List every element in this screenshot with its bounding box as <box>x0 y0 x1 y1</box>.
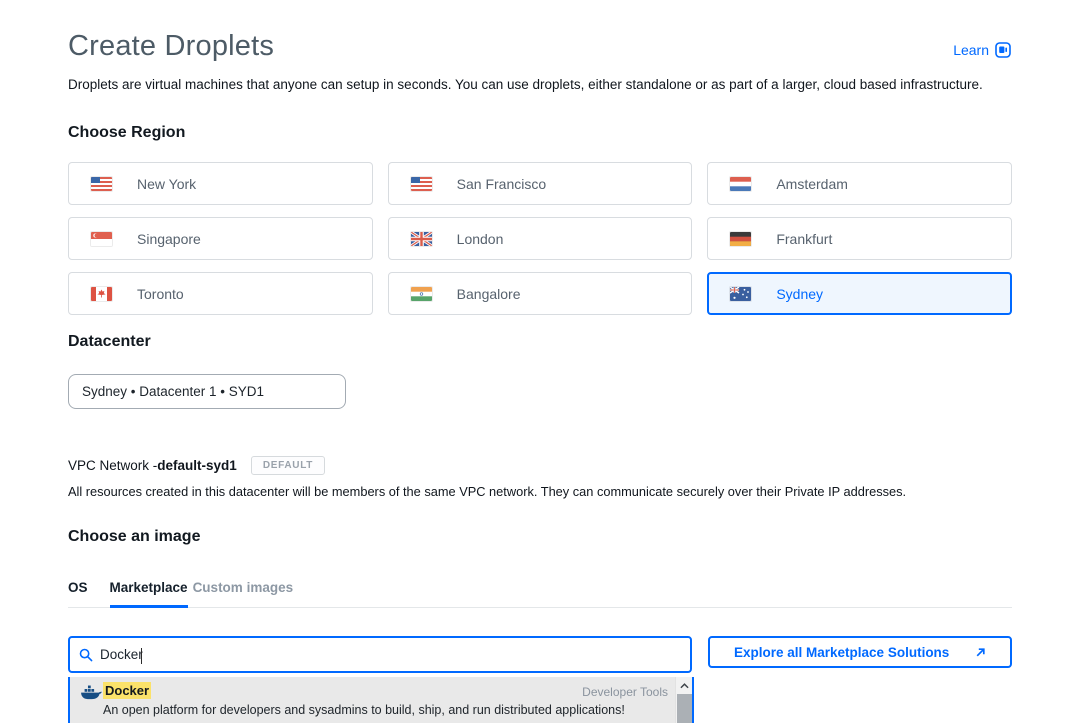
vpc-label: VPC Network - <box>68 458 157 473</box>
explore-marketplace-label: Explore all Marketplace Solutions <box>734 645 949 660</box>
choose-region-heading: Choose Region <box>68 124 185 142</box>
india-flag-icon <box>411 287 432 301</box>
datacenter-select[interactable]: Sydney • Datacenter 1 • SYD1 <box>68 374 346 409</box>
uk-flag-icon <box>411 232 432 246</box>
region-card-new-york[interactable]: New York <box>68 162 373 205</box>
region-card-san-francisco[interactable]: San Francisco <box>388 162 693 205</box>
datacenter-selected-value: Sydney • Datacenter 1 • SYD1 <box>82 384 264 399</box>
page-title: Create Droplets <box>68 30 274 63</box>
search-icon <box>79 648 93 662</box>
us-flag-icon <box>91 177 112 191</box>
marketplace-search-box <box>68 636 692 673</box>
region-card-label: Frankfurt <box>776 231 832 247</box>
tab-custom-images[interactable]: Custom images <box>193 580 294 607</box>
vpc-network-name: default-syd1 <box>157 458 237 473</box>
docker-whale-icon <box>80 684 102 706</box>
canada-flag-icon <box>91 287 112 301</box>
region-card-bangalore[interactable]: Bangalore <box>388 272 693 315</box>
choose-image-heading: Choose an image <box>68 528 200 546</box>
region-card-label: London <box>457 231 504 247</box>
dropdown-scrollbar[interactable] <box>675 677 692 723</box>
tab-os[interactable]: OS <box>68 580 88 607</box>
scrollbar-thumb[interactable] <box>677 694 692 723</box>
tab-marketplace[interactable]: Marketplace <box>110 580 188 607</box>
marketplace-search-input[interactable] <box>93 638 690 671</box>
scrollbar-up-arrow-icon[interactable] <box>676 677 692 694</box>
learn-link[interactable]: Learn <box>953 42 1011 58</box>
singapore-flag-icon <box>91 232 112 246</box>
region-card-label: Bangalore <box>457 286 521 302</box>
vpc-network-row: VPC Network - default-syd1 DEFAULT <box>68 456 325 475</box>
text-caret <box>141 648 142 664</box>
region-grid: New York San Francisco Amsterdam Singapo… <box>68 162 1012 315</box>
region-card-label: Singapore <box>137 231 201 247</box>
region-card-toronto[interactable]: Toronto <box>68 272 373 315</box>
result-category: Developer Tools <box>582 685 668 699</box>
region-card-label: Amsterdam <box>776 176 848 192</box>
search-results-dropdown: Docker Developer Tools An open platform … <box>68 677 694 723</box>
region-card-sydney[interactable]: Sydney <box>707 272 1012 315</box>
vpc-description: All resources created in this datacenter… <box>68 484 906 499</box>
result-description: An open platform for developers and sysa… <box>103 703 625 717</box>
result-item-docker[interactable]: Docker Developer Tools An open platform … <box>70 677 675 723</box>
germany-flag-icon <box>730 232 751 246</box>
learn-link-label: Learn <box>953 42 989 58</box>
region-card-label: Toronto <box>137 286 184 302</box>
region-card-label: Sydney <box>776 286 823 302</box>
vpc-default-badge: DEFAULT <box>251 456 325 475</box>
region-card-amsterdam[interactable]: Amsterdam <box>707 162 1012 205</box>
datacenter-heading: Datacenter <box>68 333 151 351</box>
region-card-singapore[interactable]: Singapore <box>68 217 373 260</box>
australia-flag-icon <box>730 287 751 301</box>
image-tabs: OS Marketplace Custom images <box>68 580 1012 608</box>
explore-marketplace-button[interactable]: Explore all Marketplace Solutions <box>708 636 1012 668</box>
external-arrow-icon <box>975 647 986 658</box>
netherlands-flag-icon <box>730 177 751 191</box>
region-card-london[interactable]: London <box>388 217 693 260</box>
region-card-label: San Francisco <box>457 176 546 192</box>
region-card-label: New York <box>137 176 196 192</box>
page-subtitle: Droplets are virtual machines that anyon… <box>68 77 983 92</box>
region-card-frankfurt[interactable]: Frankfurt <box>707 217 1012 260</box>
us-flag-icon <box>411 177 432 191</box>
learn-docs-icon <box>995 42 1011 58</box>
result-name: Docker <box>103 683 151 698</box>
